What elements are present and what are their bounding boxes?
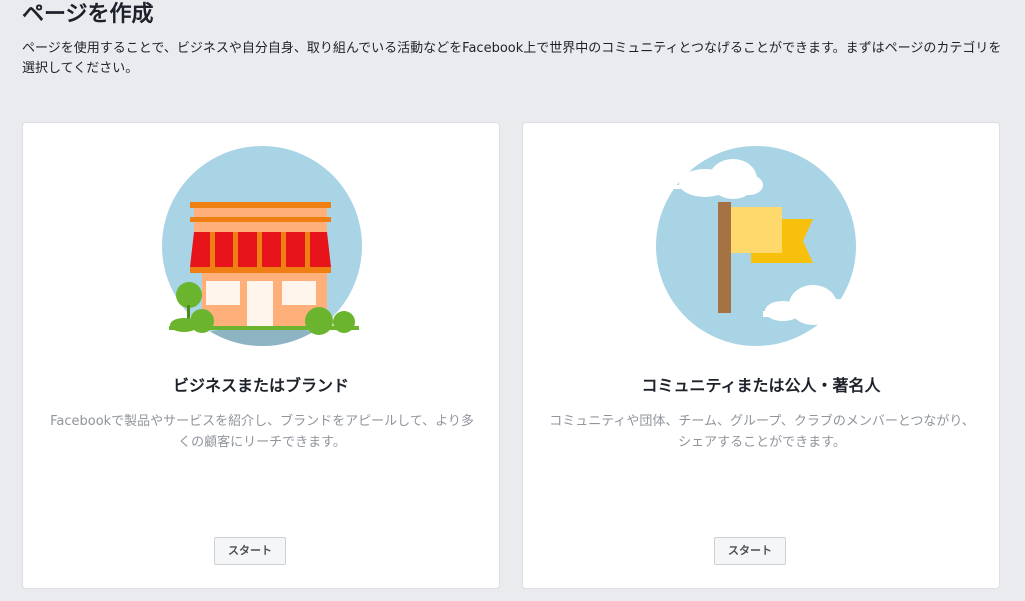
flag-icon xyxy=(656,146,867,346)
card-description: コミュニティや団体、チーム、グループ、クラブのメンバーとつながり、シェアすること… xyxy=(549,414,975,450)
business-start-button[interactable]: スタート xyxy=(214,537,286,565)
page-title: ページを作成 xyxy=(22,2,154,27)
card-title: ビジネスまたはブランド xyxy=(172,376,349,395)
card-title: コミュニティまたは公人・著名人 xyxy=(641,376,881,395)
card-description: Facebookで製品やサービスを紹介し、ブランドをアピールして、より多くの顧客… xyxy=(50,414,474,450)
business-brand-card[interactable]: ビジネスまたはブランド Facebookで製品やサービスを紹介し、ブランドをアピ… xyxy=(22,122,500,589)
create-page-screen: ページを作成 ページを使用することで、ビジネスや自分自身、取り組んでいる活動など… xyxy=(0,0,1025,601)
storefront-icon xyxy=(162,146,362,346)
community-start-button[interactable]: スタート xyxy=(714,537,786,565)
page-description: ページを使用することで、ビジネスや自分自身、取り組んでいる活動などをFacebo… xyxy=(22,41,1002,76)
community-public-figure-card[interactable]: コミュニティまたは公人・著名人 コミュニティや団体、チーム、グループ、クラブのメ… xyxy=(522,122,1000,589)
